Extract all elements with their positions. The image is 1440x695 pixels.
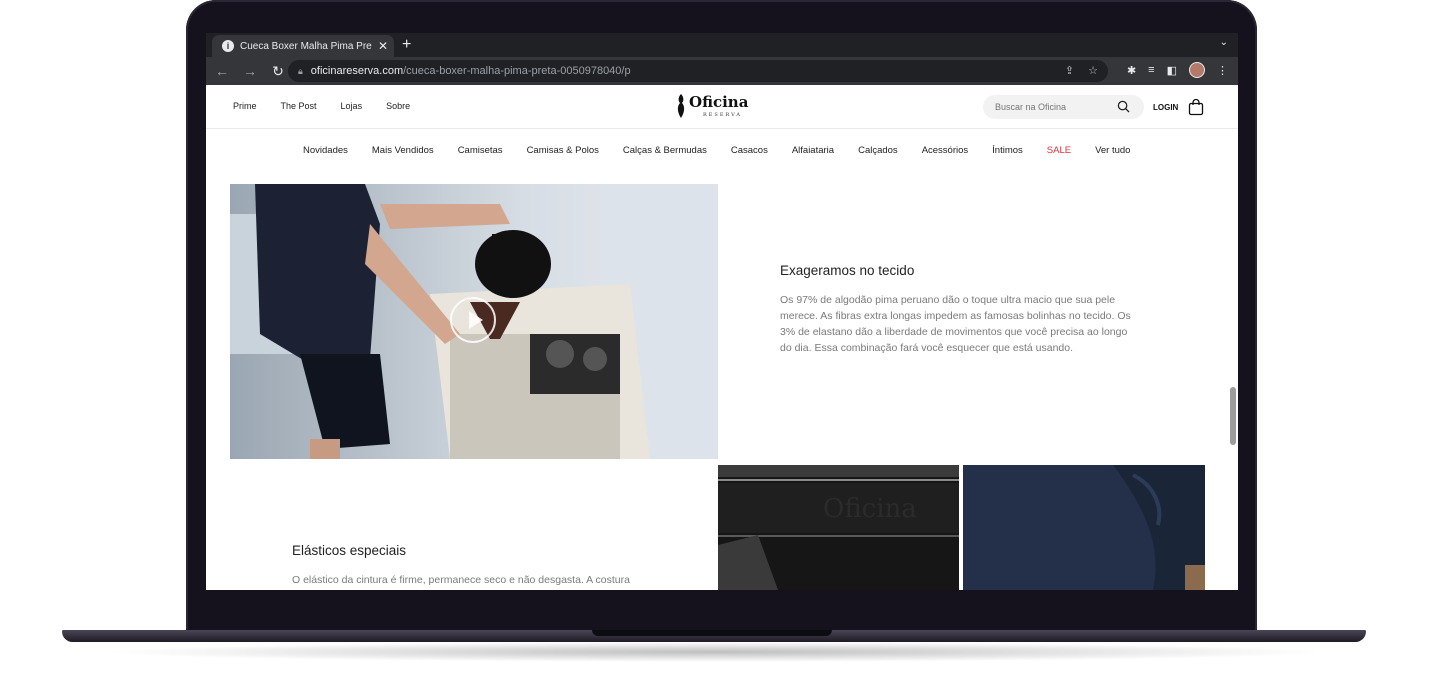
section-elastic-title: Elásticos especiais bbox=[292, 543, 407, 558]
fabric-image bbox=[963, 465, 1205, 590]
top-links: Prime The Post Lojas Sobre bbox=[233, 101, 410, 111]
laptop-shadow bbox=[100, 642, 1330, 662]
nav-item-mais-vendidos[interactable]: Mais Vendidos bbox=[372, 145, 434, 156]
top-link-prime[interactable]: Prime bbox=[233, 101, 257, 111]
nav-item-alfaiataria[interactable]: Alfaiataria bbox=[792, 145, 834, 156]
star-icon[interactable]: ☆ bbox=[1088, 64, 1098, 77]
tab-title: Cueca Boxer Malha Pima Preta bbox=[240, 40, 372, 52]
puzzle-icon[interactable]: ✱ bbox=[1127, 64, 1136, 77]
new-tab-icon[interactable]: + bbox=[402, 35, 411, 55]
search-icon[interactable] bbox=[1117, 100, 1130, 113]
screen: i Cueca Boxer Malha Pima Preta ✕ + ⌄ ← →… bbox=[206, 33, 1238, 590]
site-logo[interactable]: Oficina RESERVA bbox=[676, 91, 752, 121]
page-scrollbar[interactable] bbox=[1230, 387, 1236, 445]
nav-item-casacos[interactable]: Casacos bbox=[731, 145, 768, 156]
chevron-down-icon[interactable]: ⌄ bbox=[1220, 37, 1228, 48]
nav-item-novidades[interactable]: Novidades bbox=[303, 145, 348, 156]
elastic-band-photo: Oficina bbox=[718, 465, 959, 590]
product-details-content: Exageramos no tecido Os 97% de algodão p… bbox=[206, 171, 1238, 590]
elastic-band-image: Oficina bbox=[718, 465, 959, 590]
site-header: Prime The Post Lojas Sobre Oficina RESER… bbox=[206, 85, 1238, 129]
side-panel-icon[interactable]: ◧ bbox=[1167, 64, 1177, 77]
reload-icon[interactable]: ↻ bbox=[266, 63, 290, 80]
nav-item-acessorios[interactable]: Acessórios bbox=[922, 145, 968, 156]
fabric-photo bbox=[963, 465, 1205, 590]
nav-item-camisas-polos[interactable]: Camisas & Polos bbox=[527, 145, 599, 156]
section-elastic: Elásticos especiais O elástico da cintur… bbox=[292, 543, 672, 588]
play-icon[interactable] bbox=[450, 297, 496, 343]
top-link-the-post[interactable]: The Post bbox=[281, 101, 317, 111]
section-elastic-text: O elástico da cintura é firme, permanece… bbox=[292, 574, 630, 586]
share-icon[interactable]: ⇪ bbox=[1065, 64, 1074, 77]
address-bar[interactable]: 🔒︎ oficinareserva.com/cueca-boxer-malha-… bbox=[288, 60, 1108, 82]
section-fabric-title: Exageramos no tecido bbox=[780, 263, 915, 278]
browser-tab-bar: i Cueca Boxer Malha Pima Preta ✕ + ⌄ bbox=[206, 33, 1238, 57]
top-link-sobre[interactable]: Sobre bbox=[386, 101, 410, 111]
back-icon[interactable]: ← bbox=[210, 63, 234, 79]
profile-avatar[interactable] bbox=[1189, 62, 1205, 78]
info-icon: i bbox=[222, 40, 234, 52]
top-link-lojas[interactable]: Lojas bbox=[341, 101, 363, 111]
kebab-menu-icon[interactable]: ⋮ bbox=[1217, 64, 1228, 77]
nav-item-calcas-bermudas[interactable]: Calças & Bermudas bbox=[623, 145, 707, 156]
nav-item-calcados[interactable]: Calçados bbox=[858, 145, 898, 156]
elastic-band-logo: Oficina bbox=[823, 494, 917, 524]
lock-icon[interactable]: 🔒︎ bbox=[298, 66, 303, 77]
nav-item-sale[interactable]: SALE bbox=[1047, 145, 1071, 156]
nav-item-intimos[interactable]: Íntimos bbox=[992, 145, 1023, 156]
nav-items: Novidades Mais Vendidos Camisetas Camisa… bbox=[303, 145, 1130, 156]
section-fabric: Exageramos no tecido Os 97% de algodão p… bbox=[780, 263, 1140, 356]
forward-icon[interactable]: → bbox=[238, 63, 262, 79]
logo-subtext: RESERVA bbox=[703, 112, 742, 118]
browser-tab[interactable]: i Cueca Boxer Malha Pima Preta ✕ bbox=[212, 35, 394, 57]
media-queue-icon[interactable]: ≡ bbox=[1148, 64, 1154, 76]
browser-toolbar: ← → ↻ 🔒︎ oficinareserva.com/cueca-boxer-… bbox=[206, 57, 1238, 85]
shopping-bag-icon[interactable] bbox=[1187, 98, 1205, 116]
main-nav: Novidades Mais Vendidos Camisetas Camisa… bbox=[206, 129, 1238, 171]
search-box bbox=[983, 95, 1144, 119]
login-link[interactable]: LOGIN bbox=[1153, 103, 1178, 112]
product-video-thumbnail[interactable] bbox=[230, 184, 718, 459]
nav-item-ver-tudo[interactable]: Ver tudo bbox=[1095, 145, 1130, 156]
laptop-notch bbox=[592, 630, 832, 636]
logo-text: Oficina bbox=[689, 93, 749, 111]
nav-item-camisetas[interactable]: Camisetas bbox=[458, 145, 503, 156]
browser-extensions: ✱ ≡ ◧ ⋮ bbox=[1127, 62, 1228, 78]
omnibox-actions: ⇪ ☆ bbox=[1065, 64, 1098, 77]
url-host: oficinareserva.com bbox=[310, 65, 404, 77]
section-fabric-text: Os 97% de algodão pima peruano dão o toq… bbox=[780, 294, 1131, 354]
logo-mark-icon bbox=[677, 94, 685, 118]
url-path: /cueca-boxer-malha-pima-preta-0050978040… bbox=[403, 65, 631, 77]
close-icon[interactable]: ✕ bbox=[378, 39, 388, 53]
search-input[interactable] bbox=[983, 95, 1103, 119]
